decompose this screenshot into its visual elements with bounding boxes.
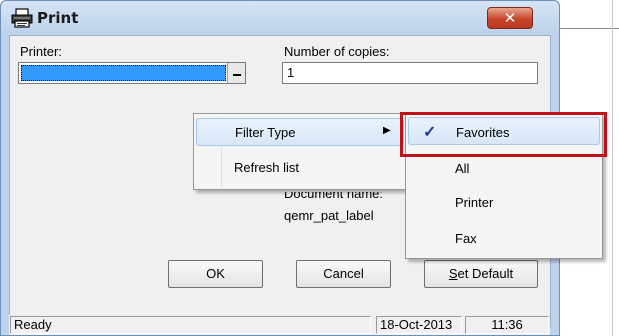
set-default-accelerator: S bbox=[448, 266, 458, 281]
set-default-button[interactable]: Set Default bbox=[424, 260, 538, 288]
title-bar[interactable]: Print ✕ bbox=[1, 1, 559, 35]
chevron-right-icon: ▶ bbox=[383, 125, 391, 136]
dialog-title: Print bbox=[37, 9, 79, 27]
background-window-border bbox=[612, 0, 613, 336]
submenu-item-label: Printer bbox=[455, 195, 494, 210]
printer-dropdown-button[interactable] bbox=[227, 63, 245, 83]
submenu-item-label: Fax bbox=[455, 231, 477, 246]
menu-item-refresh-list[interactable]: Refresh list bbox=[196, 154, 404, 182]
printer-label: Printer: bbox=[20, 44, 62, 59]
submenu-item-all[interactable]: All bbox=[408, 154, 600, 182]
copies-label: Number of copies: bbox=[284, 44, 390, 59]
copies-input[interactable]: 1 bbox=[282, 62, 538, 84]
printer-selection bbox=[21, 65, 226, 81]
status-time: 11:36 bbox=[465, 316, 549, 334]
printer-icon bbox=[11, 8, 33, 28]
status-text: Ready bbox=[10, 316, 371, 334]
set-default-label: et Default bbox=[457, 266, 514, 281]
context-menu: Filter Type ▶ Refresh list bbox=[193, 113, 407, 190]
cancel-button[interactable]: Cancel bbox=[296, 260, 391, 288]
printer-select[interactable] bbox=[18, 62, 246, 84]
status-bar: Ready 18-Oct-2013 11:36 bbox=[9, 315, 550, 335]
submenu-item-label: All bbox=[455, 161, 470, 176]
background-window-edge bbox=[560, 28, 619, 29]
menu-item-filter-type[interactable]: Filter Type ▶ bbox=[196, 118, 404, 146]
chevron-down-icon bbox=[233, 74, 241, 76]
menu-item-label: Refresh list bbox=[234, 160, 300, 175]
submenu-item-printer[interactable]: Printer bbox=[408, 188, 600, 216]
submenu-item-fax[interactable]: Fax bbox=[408, 224, 600, 252]
document-name-value: qemr_pat_label bbox=[284, 208, 374, 223]
ok-button[interactable]: OK bbox=[168, 260, 263, 288]
annotation-highlight-box bbox=[400, 112, 607, 157]
close-button[interactable]: ✕ bbox=[487, 7, 533, 29]
copies-value: 1 bbox=[287, 65, 295, 80]
menu-item-label: Filter Type bbox=[235, 125, 296, 140]
status-date: 18-Oct-2013 bbox=[376, 316, 462, 334]
close-icon: ✕ bbox=[503, 9, 517, 27]
